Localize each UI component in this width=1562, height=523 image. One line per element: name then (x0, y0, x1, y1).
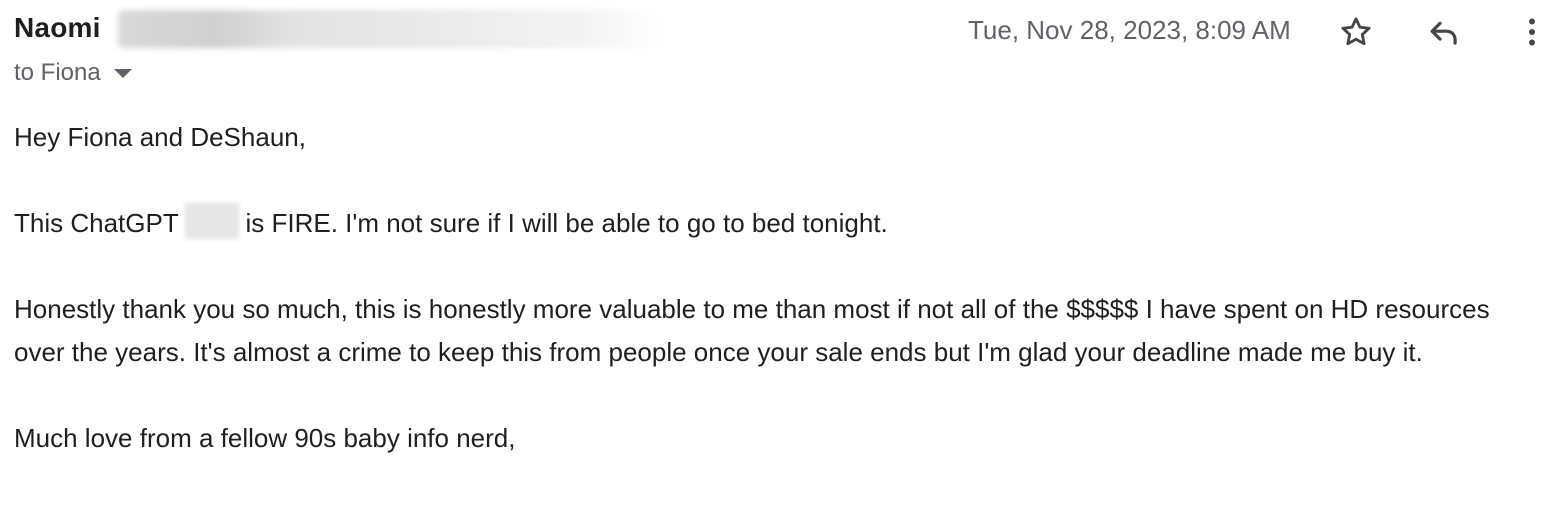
email-header: Naomi Tue, Nov 28, 2023, 8:09 AM to Fion… (0, 0, 1562, 100)
more-vert-icon (1529, 18, 1535, 46)
sender-name[interactable]: Naomi (14, 12, 101, 44)
recipient-details-toggle[interactable]: to Fiona (14, 59, 133, 87)
sender-email-redacted (118, 10, 663, 48)
star-button[interactable] (1334, 10, 1378, 54)
paragraph-1-start: This ChatGPT (14, 208, 179, 238)
reply-button[interactable] (1422, 10, 1466, 54)
paragraph-1: This ChatGPT is FIRE. I'm not sure if I … (14, 202, 1544, 245)
paragraph-2: Honestly thank you so much, this is hone… (14, 294, 1490, 367)
email-date: Tue, Nov 28, 2023, 8:09 AM (968, 15, 1291, 45)
reply-icon (1430, 21, 1457, 45)
email-body: Hey Fiona and DeShaun, This ChatGPT is F… (14, 116, 1544, 503)
star-outline-icon (1341, 17, 1371, 46)
paragraph-1-end: is FIRE. I'm not sure if I will be able … (245, 208, 888, 238)
more-options-button[interactable] (1510, 10, 1554, 54)
greeting: Hey Fiona and DeShaun, (14, 122, 306, 152)
closing-line: Much love from a fellow 90s baby info ne… (14, 423, 516, 453)
recipient-line: to Fiona (14, 59, 101, 86)
redacted-word (185, 203, 240, 239)
caret-down-icon (113, 68, 133, 80)
